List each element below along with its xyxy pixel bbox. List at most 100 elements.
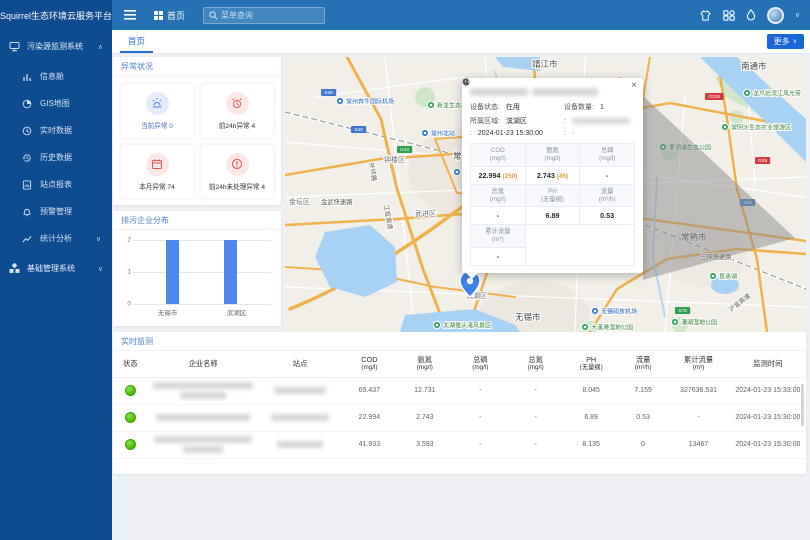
sidebar-item-station-report[interactable]: 站点报表 <box>0 171 112 198</box>
sidebar-item-history-data[interactable]: 历史数据 <box>0 144 112 171</box>
sidebar-item-info-cabin[interactable]: 信息舱 <box>0 63 112 90</box>
map-poi-park[interactable]: 太湖鼋头渚风景区 <box>433 321 491 329</box>
card-label: 前24h未处理异常 4 <box>209 181 265 191</box>
card-current-abnormal[interactable]: 当前异常 0 <box>121 84 193 137</box>
tab-label: 首页 <box>128 35 145 47</box>
map-label: 靖江市 <box>532 59 558 69</box>
road-shield-badge: S39 <box>321 89 336 96</box>
device-count: 设备数量: 1 <box>564 102 635 112</box>
device-status: 设备状态: 在用 <box>470 102 564 112</box>
poi-icon-dot <box>456 171 459 174</box>
poi-icon-dot <box>436 324 439 327</box>
sidebar-item-alert-management[interactable]: 预警管理 <box>0 198 112 225</box>
bar-wuxi[interactable] <box>166 240 179 304</box>
col-time: 监测时间 <box>730 351 806 377</box>
sidebar-item-statistics[interactable]: 统计分析 ∨ <box>0 225 112 252</box>
x-axis-labels: 无锡市 滨湖区 <box>133 307 271 317</box>
metric-value: - <box>471 207 526 225</box>
modules-icon <box>9 263 20 274</box>
chevron-down-icon: ∨ <box>96 235 101 243</box>
gis-pie-icon <box>22 99 32 109</box>
card-last24h-abnormal[interactable]: 前24h异常 4 <box>201 84 273 137</box>
poi-label: 太湖鼋头渚风景区 <box>443 322 491 330</box>
road-shield-text: S39 <box>324 90 333 96</box>
card-month-abnormal[interactable]: 本月异常 74 <box>121 145 193 198</box>
more-button[interactable]: 更多 ∨ <box>767 34 804 49</box>
poi-label: 漕湖湿地公园 <box>681 319 717 327</box>
breadcrumb[interactable]: 首页 <box>154 9 185 22</box>
menu-toggle-icon[interactable] <box>124 10 136 20</box>
tab-home[interactable]: 首页 <box>120 30 153 53</box>
card-label: 前24h异常 4 <box>219 120 255 130</box>
app-logo: Squirrel生态环境云服务平台 <box>0 0 112 30</box>
sidebar-section-label: 污染源监测系统 <box>27 41 83 52</box>
col-flow: 流量(m³/h) <box>619 351 668 377</box>
sidebar-item-label: GIS地图 <box>40 98 70 109</box>
theme-shirt-icon[interactable] <box>699 10 712 21</box>
map-poi-transport[interactable]: 常州奔牛国际机场 <box>336 97 394 105</box>
road-shield-badge: S75 <box>675 307 690 314</box>
sidebar-item-realtime-data[interactable]: 实时数据 <box>0 117 112 144</box>
map-poi-park[interactable]: 常阴沙生态农业旅游区 <box>721 123 791 131</box>
abnormal-panel-title: 异常状况 <box>113 57 281 76</box>
poi-label: 常州北站 <box>431 130 455 138</box>
map-label: 无锡市 <box>515 312 541 322</box>
y-tick: 1 <box>121 269 131 276</box>
road-shield-badge: G204 <box>705 93 724 100</box>
metric-header: 总氮(mg/l) <box>471 185 526 208</box>
map-label: 金坛区 <box>289 197 310 206</box>
road-shield-badge: G25 <box>755 157 770 164</box>
popup-title-redacted <box>470 88 635 96</box>
user-avatar[interactable] <box>767 7 784 24</box>
table-row[interactable]: 22.9942.743 -- 6.890.53 -2024-01-23 15:3… <box>113 404 806 431</box>
breadcrumb-label: 首页 <box>167 9 185 22</box>
menu-search[interactable] <box>203 7 325 24</box>
status-dot-green <box>125 412 136 423</box>
card-unhandled-abnormal[interactable]: 前24h未处理异常 4 <box>201 145 273 198</box>
bar-chart: 2 1 0 <box>133 240 271 304</box>
layout-icon[interactable] <box>723 10 735 21</box>
col-ph: PH(无量纲) <box>563 351 618 377</box>
map-poi-transport[interactable]: 常州北站 <box>421 129 455 137</box>
more-button-label: 更多 <box>774 36 790 47</box>
map-poi-park[interactable]: 昆承湖 <box>709 272 737 280</box>
road-shield-text: G204 <box>708 94 720 100</box>
realtime-monitor-panel: 实时监测 状态 企业名称 站点 COD(mg/l) 氨氮(mg/l) 总磷(mg… <box>113 332 806 474</box>
sidebar-item-label: 预警管理 <box>40 206 72 217</box>
table-row[interactable]: 65.43712.731 -- 8.0457.155 327636.531202… <box>113 377 806 404</box>
siren-icon <box>146 92 169 115</box>
topbar-actions: ∨ <box>699 7 810 24</box>
metric-empty <box>526 225 635 266</box>
calendar-icon <box>146 153 169 176</box>
poi-label: 龙爪岩滨江风光带 <box>753 90 801 98</box>
table-row[interactable]: 41.9333.593 -- 8.1350 134672024-01-23 15… <box>113 431 806 458</box>
abnormal-cards: 当前异常 0 前24h异常 4 本月异常 74 前24h未处理异常 4 <box>113 76 281 206</box>
x-tick: 无锡市 <box>133 307 202 317</box>
poi-icon-dot <box>424 132 427 135</box>
poi-icon-dot <box>584 326 587 329</box>
address-redacted: : <box>564 116 635 126</box>
sidebar-item-gis-map[interactable]: GIS地图 <box>0 90 112 117</box>
map-canvas[interactable]: 靖江市南通市常州市常熟市无锡市金坛区武进区钟楼区滨湖区金武快速路三环快速路外环路… <box>285 57 806 332</box>
poi-label: 大溪港湿地公园 <box>591 324 633 332</box>
y-tick: 2 <box>121 237 131 244</box>
sidebar-section-base-management[interactable]: 基础管理系统 ∨ <box>0 252 112 285</box>
chevron-down-icon[interactable]: ∨ <box>795 11 800 19</box>
map-poi-park[interactable]: 龙爪岩滨江风光带 <box>743 89 801 97</box>
table-scrollbar[interactable] <box>801 384 804 426</box>
chevron-down-icon: ∨ <box>98 265 103 273</box>
search-input[interactable] <box>221 11 319 20</box>
stats-line-icon <box>22 234 32 244</box>
metric-value: 22.994 (250) <box>471 167 526 185</box>
history-icon <box>22 153 32 163</box>
sidebar-section-pollution-monitoring[interactable]: 污染源监测系统 ∧ <box>0 30 112 63</box>
close-icon[interactable]: × <box>631 81 637 91</box>
flame-icon[interactable] <box>746 9 756 21</box>
sidebar-item-label: 站点报表 <box>40 179 72 190</box>
metric-header: 累计流量(m³) <box>471 225 526 248</box>
poi-icon-dot <box>594 310 597 313</box>
monitor-panel-title: 实时监测 <box>113 332 806 351</box>
sidebar-section-label: 基础管理系统 <box>27 263 75 274</box>
bar-binhu[interactable] <box>224 240 237 304</box>
metric-value: 2.743 (45) <box>526 167 581 185</box>
